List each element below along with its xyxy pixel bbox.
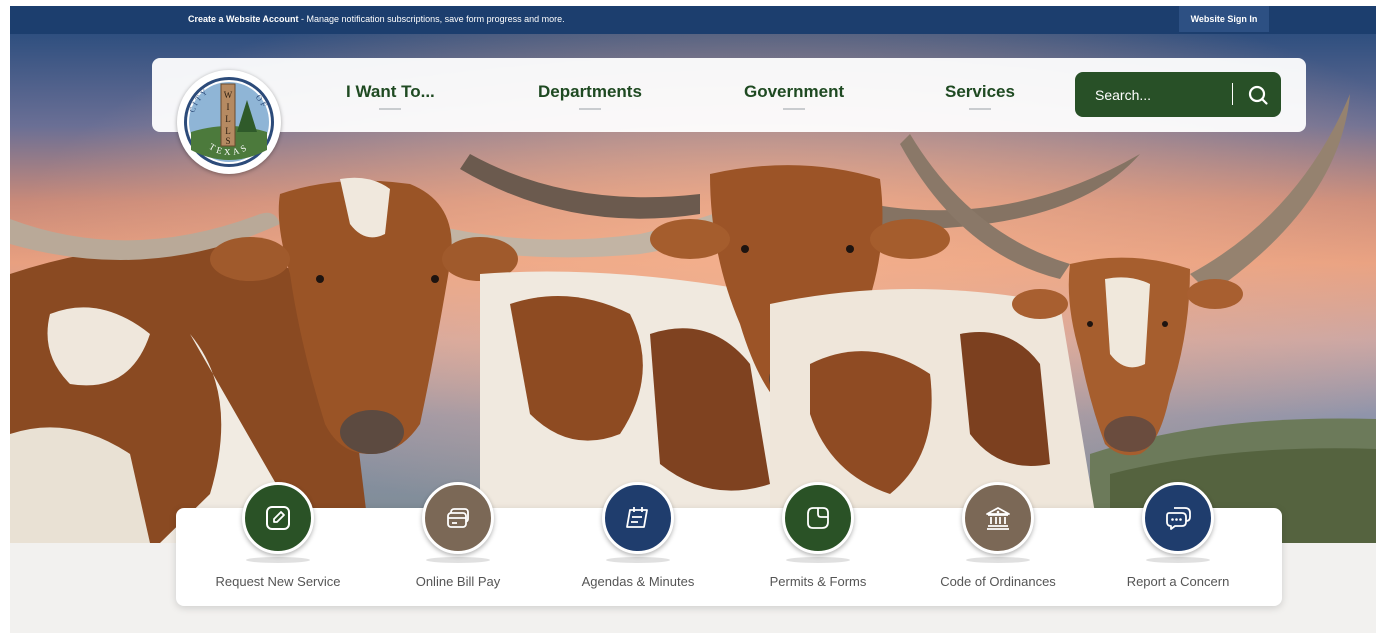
city-seal-logo[interactable]: W I L L S CITY OF TEXAS [177,70,281,174]
nav-services[interactable]: Services [945,82,1015,110]
svg-text:S: S [225,136,230,146]
icon-shadow [786,557,850,563]
seal-letters: W [224,90,233,100]
search-box[interactable]: Search... [1075,72,1281,117]
quick-link-circle [422,482,494,554]
icon-shadow [1146,557,1210,563]
icon-shadow [426,557,490,563]
quick-link-circle [242,482,314,554]
icon-shadow [606,557,670,563]
quick-link-label: Report a Concern [1126,574,1230,589]
quick-link-label: Agendas & Minutes [581,574,695,589]
nav-label: I Want To... [346,82,435,101]
calendar-icon [626,507,648,528]
credit-card-icon [447,508,469,528]
nav-label: Services [945,82,1015,101]
page-frame: Create a Website Account - Manage notifi… [10,6,1376,633]
nav-departments[interactable]: Departments [538,82,642,110]
chat-icon [1166,507,1191,530]
quick-link-permits-forms[interactable]: Permits & Forms [743,482,893,606]
city-seal-icon: W I L L S CITY OF TEXAS [181,74,277,170]
quick-link-report-a-concern[interactable]: Report a Concern [1103,482,1253,606]
quick-links-bar: Request New Service Online Bill Pay Agen… [176,482,1282,606]
main-navigation: I Want To... Departments Government Serv… [152,58,1306,132]
quick-link-label: Permits & Forms [769,574,867,589]
quick-link-agendas-minutes[interactable]: Agendas & Minutes [563,482,713,606]
nav-underline [578,108,601,110]
quick-link-label: Request New Service [215,574,341,589]
nav-underline [968,108,991,110]
nav-underline [783,108,806,110]
quick-link-label: Code of Ordinances [940,574,1056,589]
search-icon[interactable] [1247,84,1269,106]
quick-link-label: Online Bill Pay [415,574,501,589]
svg-text:L: L [225,126,231,136]
search-divider [1232,83,1233,105]
create-account-link[interactable]: Create a Website Account [188,14,299,24]
account-description: - Manage notification subscriptions, sav… [298,14,565,24]
quick-link-request-new-service[interactable]: Request New Service [203,482,353,606]
nav-government[interactable]: Government [744,82,845,110]
quick-link-circle [602,482,674,554]
nav-label: Government [744,82,845,101]
nav-label: Departments [538,82,642,101]
quick-link-circle [782,482,854,554]
courthouse-icon [986,507,1010,530]
document-icon [807,507,829,529]
icon-shadow [246,557,310,563]
top-bar: Create a Website Account - Manage notifi… [10,6,1376,34]
search-input[interactable]: Search... [1095,87,1151,103]
quick-link-circle [1142,482,1214,554]
nav-i-want-to[interactable]: I Want To... [346,82,435,110]
website-sign-in-button[interactable]: Website Sign In [1179,6,1269,32]
quick-link-code-of-ordinances[interactable]: Code of Ordinances [923,482,1073,606]
account-message: Create a Website Account - Manage notifi… [188,14,565,24]
icon-shadow [966,557,1030,563]
svg-text:I: I [227,102,230,112]
edit-icon [266,506,290,530]
quick-link-online-bill-pay[interactable]: Online Bill Pay [383,482,533,606]
svg-text:L: L [225,114,231,124]
quick-link-circle [962,482,1034,554]
nav-underline [379,108,402,110]
